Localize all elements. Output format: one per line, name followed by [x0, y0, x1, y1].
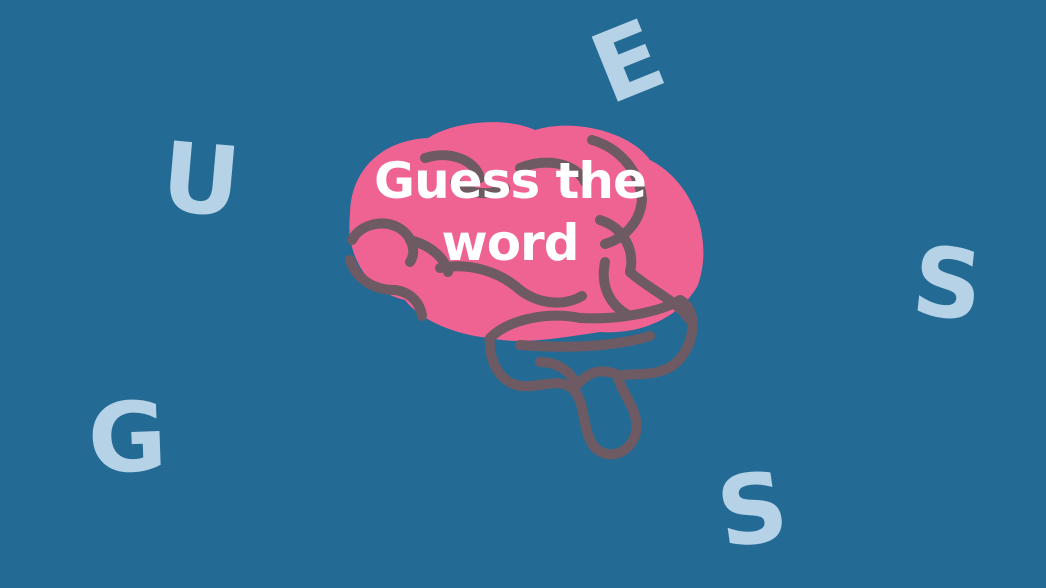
game-title-line-1: Guess the	[374, 152, 647, 210]
game-title-line-2: word	[441, 214, 580, 272]
game-title: Guess the word	[340, 150, 680, 274]
brain-icon	[345, 122, 704, 460]
game-title-screen: G U E S S Guess the word	[0, 0, 1046, 588]
